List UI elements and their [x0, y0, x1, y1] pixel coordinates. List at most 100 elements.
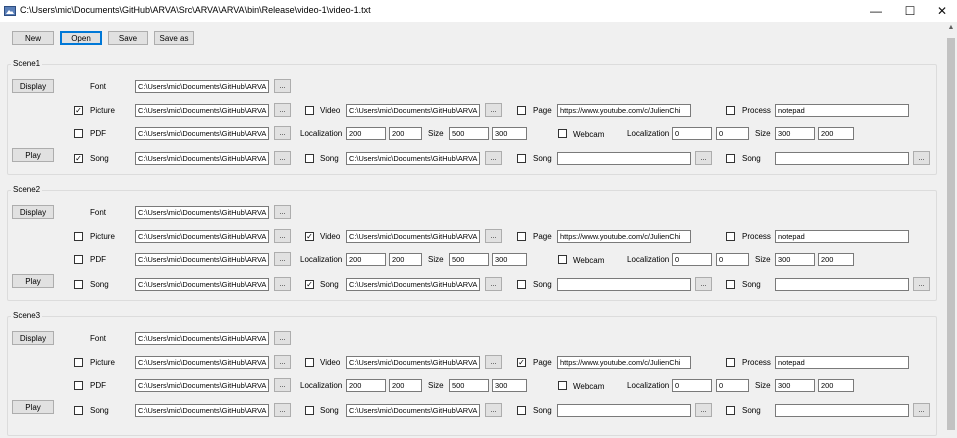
minimize-button[interactable]: — [860, 0, 892, 22]
display-button[interactable]: Display [12, 205, 54, 219]
song-path-field[interactable]: C:\Users\mic\Documents\GitHub\ARVA [135, 404, 269, 417]
play-button[interactable]: Play [12, 274, 54, 288]
song-checkbox[interactable] [726, 280, 735, 289]
webcam-size-h-field[interactable]: 200 [818, 127, 854, 140]
page-checkbox[interactable] [517, 106, 526, 115]
font-browse-button[interactable]: ... [274, 331, 291, 345]
picture-browse-button[interactable]: ... [274, 229, 291, 243]
video-browse-button[interactable]: ... [485, 355, 502, 369]
picture-checkbox[interactable]: ✓ [74, 106, 83, 115]
video-loc-y-field[interactable]: 200 [389, 379, 422, 392]
pdf-checkbox[interactable] [74, 129, 83, 138]
save-button[interactable]: Save [108, 31, 148, 45]
webcam-loc-x-field[interactable]: 0 [672, 253, 712, 266]
song-checkbox[interactable]: ✓ [74, 154, 83, 163]
webcam-checkbox[interactable] [558, 129, 567, 138]
song-path-field[interactable] [775, 404, 909, 417]
play-button[interactable]: Play [12, 400, 54, 414]
pdf-browse-button[interactable]: ... [274, 126, 291, 140]
webcam-size-w-field[interactable]: 300 [775, 127, 815, 140]
video-browse-button[interactable]: ... [485, 229, 502, 243]
picture-path-field[interactable]: C:\Users\mic\Documents\GitHub\ARVA [135, 356, 269, 369]
page-checkbox[interactable] [517, 232, 526, 241]
pdf-path-field[interactable]: C:\Users\mic\Documents\GitHub\ARVA [135, 253, 269, 266]
video-loc-x-field[interactable]: 200 [346, 379, 386, 392]
picture-checkbox[interactable] [74, 358, 83, 367]
video-loc-y-field[interactable]: 200 [389, 253, 422, 266]
song-path-field[interactable]: C:\Users\mic\Documents\GitHub\ARVA [346, 404, 480, 417]
video-size-h-field[interactable]: 300 [492, 253, 527, 266]
webcam-loc-y-field[interactable]: 0 [716, 379, 749, 392]
song-browse-button[interactable]: ... [485, 277, 502, 291]
process-name-field[interactable]: notepad [775, 104, 909, 117]
video-size-w-field[interactable]: 500 [449, 253, 489, 266]
page-url-field[interactable]: https://www.youtube.com/c/JulienChi [557, 230, 691, 243]
song-browse-button[interactable]: ... [274, 403, 291, 417]
picture-checkbox[interactable] [74, 232, 83, 241]
font-path-field[interactable]: C:\Users\mic\Documents\GitHub\ARVA [135, 332, 269, 345]
webcam-size-h-field[interactable]: 200 [818, 379, 854, 392]
video-loc-y-field[interactable]: 200 [389, 127, 422, 140]
song-path-field[interactable] [557, 278, 691, 291]
pdf-path-field[interactable]: C:\Users\mic\Documents\GitHub\ARVA [135, 127, 269, 140]
song-browse-button[interactable]: ... [695, 277, 712, 291]
display-button[interactable]: Display [12, 331, 54, 345]
webcam-checkbox[interactable] [558, 255, 567, 264]
song-path-field[interactable] [775, 152, 909, 165]
page-url-field[interactable]: https://www.youtube.com/c/JulienChi [557, 356, 691, 369]
song-checkbox[interactable] [517, 406, 526, 415]
process-name-field[interactable]: notepad [775, 230, 909, 243]
scrollbar-thumb[interactable] [947, 38, 955, 430]
song-checkbox[interactable] [726, 154, 735, 163]
song-path-field[interactable] [775, 278, 909, 291]
pdf-browse-button[interactable]: ... [274, 252, 291, 266]
song-browse-button[interactable]: ... [695, 403, 712, 417]
song-browse-button[interactable]: ... [274, 151, 291, 165]
video-size-w-field[interactable]: 500 [449, 379, 489, 392]
picture-path-field[interactable]: C:\Users\mic\Documents\GitHub\ARVA [135, 230, 269, 243]
font-browse-button[interactable]: ... [274, 205, 291, 219]
song-browse-button[interactable]: ... [274, 277, 291, 291]
song-browse-button[interactable]: ... [913, 403, 930, 417]
song-browse-button[interactable]: ... [485, 403, 502, 417]
song-browse-button[interactable]: ... [695, 151, 712, 165]
pdf-checkbox[interactable] [74, 381, 83, 390]
pdf-path-field[interactable]: C:\Users\mic\Documents\GitHub\ARVA [135, 379, 269, 392]
picture-path-field[interactable]: C:\Users\mic\Documents\GitHub\ARVA [135, 104, 269, 117]
video-loc-x-field[interactable]: 200 [346, 127, 386, 140]
song-checkbox[interactable] [74, 406, 83, 415]
font-path-field[interactable]: C:\Users\mic\Documents\GitHub\ARVA [135, 206, 269, 219]
webcam-checkbox[interactable] [558, 381, 567, 390]
process-checkbox[interactable] [726, 106, 735, 115]
page-checkbox[interactable]: ✓ [517, 358, 526, 367]
song-browse-button[interactable]: ... [485, 151, 502, 165]
open-button[interactable]: Open [60, 31, 102, 45]
font-browse-button[interactable]: ... [274, 79, 291, 93]
webcam-loc-x-field[interactable]: 0 [672, 127, 712, 140]
process-checkbox[interactable] [726, 358, 735, 367]
song-checkbox[interactable] [305, 406, 314, 415]
process-checkbox[interactable] [726, 232, 735, 241]
play-button[interactable]: Play [12, 148, 54, 162]
close-button[interactable]: ✕ [926, 0, 957, 22]
song-checkbox[interactable]: ✓ [305, 280, 314, 289]
save-as-button[interactable]: Save as [154, 31, 194, 45]
video-path-field[interactable]: C:\Users\mic\Documents\GitHub\ARVA [346, 356, 480, 369]
song-checkbox[interactable] [305, 154, 314, 163]
scroll-up-icon[interactable]: ▲ [947, 24, 955, 34]
video-checkbox[interactable] [305, 106, 314, 115]
song-checkbox[interactable] [517, 154, 526, 163]
page-url-field[interactable]: https://www.youtube.com/c/JulienChi [557, 104, 691, 117]
song-browse-button[interactable]: ... [913, 151, 930, 165]
song-path-field[interactable]: C:\Users\mic\Documents\GitHub\ARVA [346, 278, 480, 291]
song-path-field[interactable] [557, 404, 691, 417]
song-path-field[interactable]: C:\Users\mic\Documents\GitHub\ARVA [346, 152, 480, 165]
picture-browse-button[interactable]: ... [274, 103, 291, 117]
pdf-browse-button[interactable]: ... [274, 378, 291, 392]
video-size-h-field[interactable]: 300 [492, 379, 527, 392]
video-checkbox[interactable]: ✓ [305, 232, 314, 241]
song-checkbox[interactable] [517, 280, 526, 289]
video-browse-button[interactable]: ... [485, 103, 502, 117]
webcam-loc-x-field[interactable]: 0 [672, 379, 712, 392]
video-checkbox[interactable] [305, 358, 314, 367]
